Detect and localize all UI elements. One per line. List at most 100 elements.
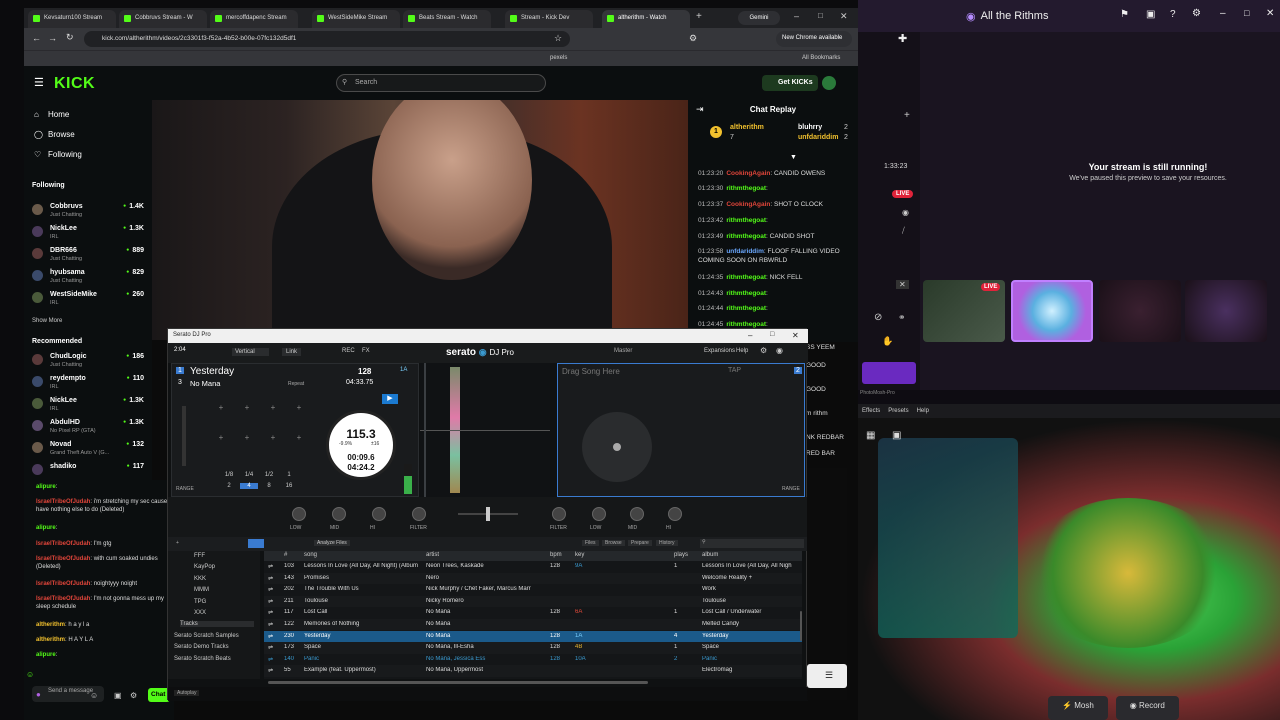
table-row[interactable]: ⇌ 140 Panic No Mana, Jessica Ess 128 10A 2 Pani… <box>264 654 802 665</box>
nav-home[interactable]: ⌂ Home <box>34 110 69 119</box>
tab-3[interactable]: mercoffdapenc Stream <box>210 10 298 28</box>
tab-2[interactable]: Cobbruvs Stream - W <box>119 10 207 28</box>
chat-username[interactable]: alipure <box>36 484 56 490</box>
image-icon[interactable]: ▦ <box>866 430 875 441</box>
chat-username[interactable]: altherithm <box>36 622 65 628</box>
track-add-icon[interactable]: ⇌ <box>268 575 273 582</box>
loop-button[interactable]: 1/2 <box>260 472 278 478</box>
following-item[interactable]: DBR666 Just Chatting 889 <box>32 246 144 266</box>
layout-select[interactable]: Vertical <box>232 348 269 356</box>
settings-icon[interactable]: ⚙ <box>130 691 137 700</box>
window-icon[interactable]: ▣ <box>1146 9 1155 20</box>
fx-button[interactable]: FX <box>362 348 370 354</box>
chat-username[interactable]: IsraelTribeOfJudah <box>36 541 90 547</box>
table-row[interactable]: ⇌ 55 Example (feat. Uppermost) No Mana, Upp… <box>264 665 802 677</box>
track-add-icon[interactable]: ⇌ <box>268 563 273 570</box>
loop-button[interactable]: 1/8 <box>220 472 238 478</box>
crate-item[interactable]: Tracks <box>180 621 254 628</box>
gemini-button[interactable]: Gemini <box>738 11 780 25</box>
tab-6[interactable]: Stream - Kick Dev <box>505 10 593 28</box>
settings-icon[interactable]: ⚙ <box>1192 8 1201 19</box>
table-row[interactable]: ⇌ 103 Lessons In Love (All Day, All Night)… <box>264 561 802 572</box>
chat-username[interactable]: rithmthegoat <box>726 185 766 192</box>
pitch-fader[interactable] <box>182 406 186 466</box>
rec-button[interactable]: REC <box>342 348 355 354</box>
range-label[interactable]: RANGE <box>176 486 194 492</box>
xbox-icon[interactable]: ◉ <box>902 208 909 217</box>
thumbnail-1[interactable]: LIVE <box>923 280 1005 342</box>
tab-browse[interactable]: Browse <box>602 540 625 546</box>
thumbnail-4[interactable] <box>1185 280 1267 342</box>
following-item[interactable]: Cobbruvs Just Chatting 1.4K <box>32 202 144 222</box>
camera-icon[interactable]: ▣ <box>892 430 901 441</box>
table-row[interactable]: ⇌ 117 Lost Call No Mana 128 6A 1 Lost Call / Un… <box>264 607 802 618</box>
close-icon[interactable]: ✕ <box>896 280 909 289</box>
top-user-1[interactable]: altherithm <box>730 124 764 131</box>
kick-logo[interactable]: KICK <box>54 75 95 93</box>
thumbnail-3[interactable] <box>1099 280 1181 342</box>
top-user-2[interactable]: bluhrry <box>798 124 822 131</box>
menu-presets[interactable]: Presets <box>888 408 908 414</box>
view-list-button[interactable] <box>248 539 264 548</box>
mosh-button[interactable]: ⚡ Mosh <box>1048 696 1108 720</box>
crate-item[interactable]: Serato Scratch Beats <box>174 656 231 662</box>
table-row[interactable]: ⇌ 211 Toulouse Nicky Romero Toulouse <box>264 595 802 608</box>
audio-settings-button[interactable] <box>862 362 916 384</box>
crate-item[interactable]: XXX <box>194 610 206 616</box>
track-add-icon[interactable]: ⇌ <box>268 598 273 605</box>
chat-username[interactable]: alipure <box>36 652 56 658</box>
loop-button[interactable]: 16 <box>280 483 298 489</box>
chat-username[interactable]: IsraelTribeOfJudah <box>36 596 90 602</box>
plus-icon[interactable]: + <box>904 110 910 121</box>
eq-knob[interactable] <box>332 507 346 521</box>
tab-prepare[interactable]: Prepare <box>628 540 652 546</box>
crate-item[interactable]: Serato Demo Tracks <box>174 644 229 650</box>
chevron-down-icon[interactable]: ▼ <box>790 154 797 161</box>
column-header[interactable]: # <box>284 552 302 558</box>
nav-following[interactable]: ♡ Following <box>34 150 82 159</box>
table-row[interactable]: ⇌ 143 Promises Nero Welcome Reality + <box>264 572 802 584</box>
recommended-item[interactable]: ChudLogic Just Chatting 186 <box>32 352 144 372</box>
chat-username[interactable]: CookingAgain <box>726 170 770 177</box>
deck-b-platter[interactable] <box>582 412 652 482</box>
recommended-item[interactable]: Novad Grand Theft Auto V (G... 132 <box>32 440 144 460</box>
table-row[interactable]: ⇌ 173 Space No Mana, Ill-Esha 128 4B 1 Space <box>264 642 802 654</box>
slash-icon[interactable]: ⊘ <box>874 312 882 323</box>
chat-username[interactable]: IsraelTribeOfJudah <box>36 499 90 505</box>
recommended-item[interactable]: NickLee IRL 1.3K <box>32 396 144 416</box>
close-icon[interactable]: ✕ <box>792 331 799 340</box>
get-kicks-button[interactable]: Get KICKs <box>762 75 818 91</box>
track-add-icon[interactable]: ⇌ <box>268 586 273 593</box>
eq-knob[interactable] <box>292 507 306 521</box>
eq-knob[interactable] <box>552 507 566 521</box>
recommended-item[interactable]: AbdulHD No Pixel RP (GTA) 1.3K <box>32 418 144 438</box>
show-more-link[interactable]: Show More <box>32 318 62 324</box>
minimize-icon[interactable]: – <box>1220 8 1226 19</box>
crate-item[interactable]: Serato Scratch Samples <box>174 633 239 639</box>
thumbnail-2[interactable] <box>1011 280 1093 342</box>
new-tab-icon[interactable]: + <box>696 11 702 22</box>
add-crate-icon[interactable]: + <box>176 540 179 546</box>
emoji-icon[interactable]: ☺ <box>90 691 98 700</box>
crate-item[interactable]: KKK <box>194 576 206 582</box>
recommended-item[interactable]: reydempto IRL 110 <box>32 374 144 394</box>
chat-username[interactable]: rithmthegoat <box>726 321 766 328</box>
flag-icon[interactable]: ⚑ <box>1120 9 1129 20</box>
pexels-bookmark[interactable]: pexels <box>550 55 567 61</box>
url-input[interactable]: kick.com/altherithm/videos/2c3301f3-f52a… <box>84 31 570 47</box>
maximize-icon[interactable]: □ <box>770 331 774 338</box>
column-header[interactable]: key <box>575 552 645 558</box>
eq-knob[interactable] <box>668 507 682 521</box>
deck-a-platter[interactable]: 115.3 -9.9% ±16 00:09.6 04:24.2 <box>326 410 396 480</box>
track-add-icon[interactable]: ⇌ <box>268 609 273 616</box>
avatar[interactable] <box>822 76 836 90</box>
gift-icon[interactable]: ▣ <box>114 691 122 700</box>
chat-username[interactable]: IsraelTribeOfJudah <box>36 556 90 562</box>
table-row[interactable]: ⇌ 230 Yesterday No Mana 128 1A 4 Yesterday <box>264 630 802 642</box>
track-add-icon[interactable]: ⇌ <box>268 667 273 674</box>
menu-icon[interactable]: ☰ <box>825 670 833 681</box>
help-icon[interactable]: ? <box>1170 9 1176 20</box>
back-icon[interactable]: ← <box>32 33 41 43</box>
chat-username[interactable]: IsraelTribeOfJudah <box>36 581 90 587</box>
tab-active[interactable]: altherithm - Watch <box>602 10 690 28</box>
